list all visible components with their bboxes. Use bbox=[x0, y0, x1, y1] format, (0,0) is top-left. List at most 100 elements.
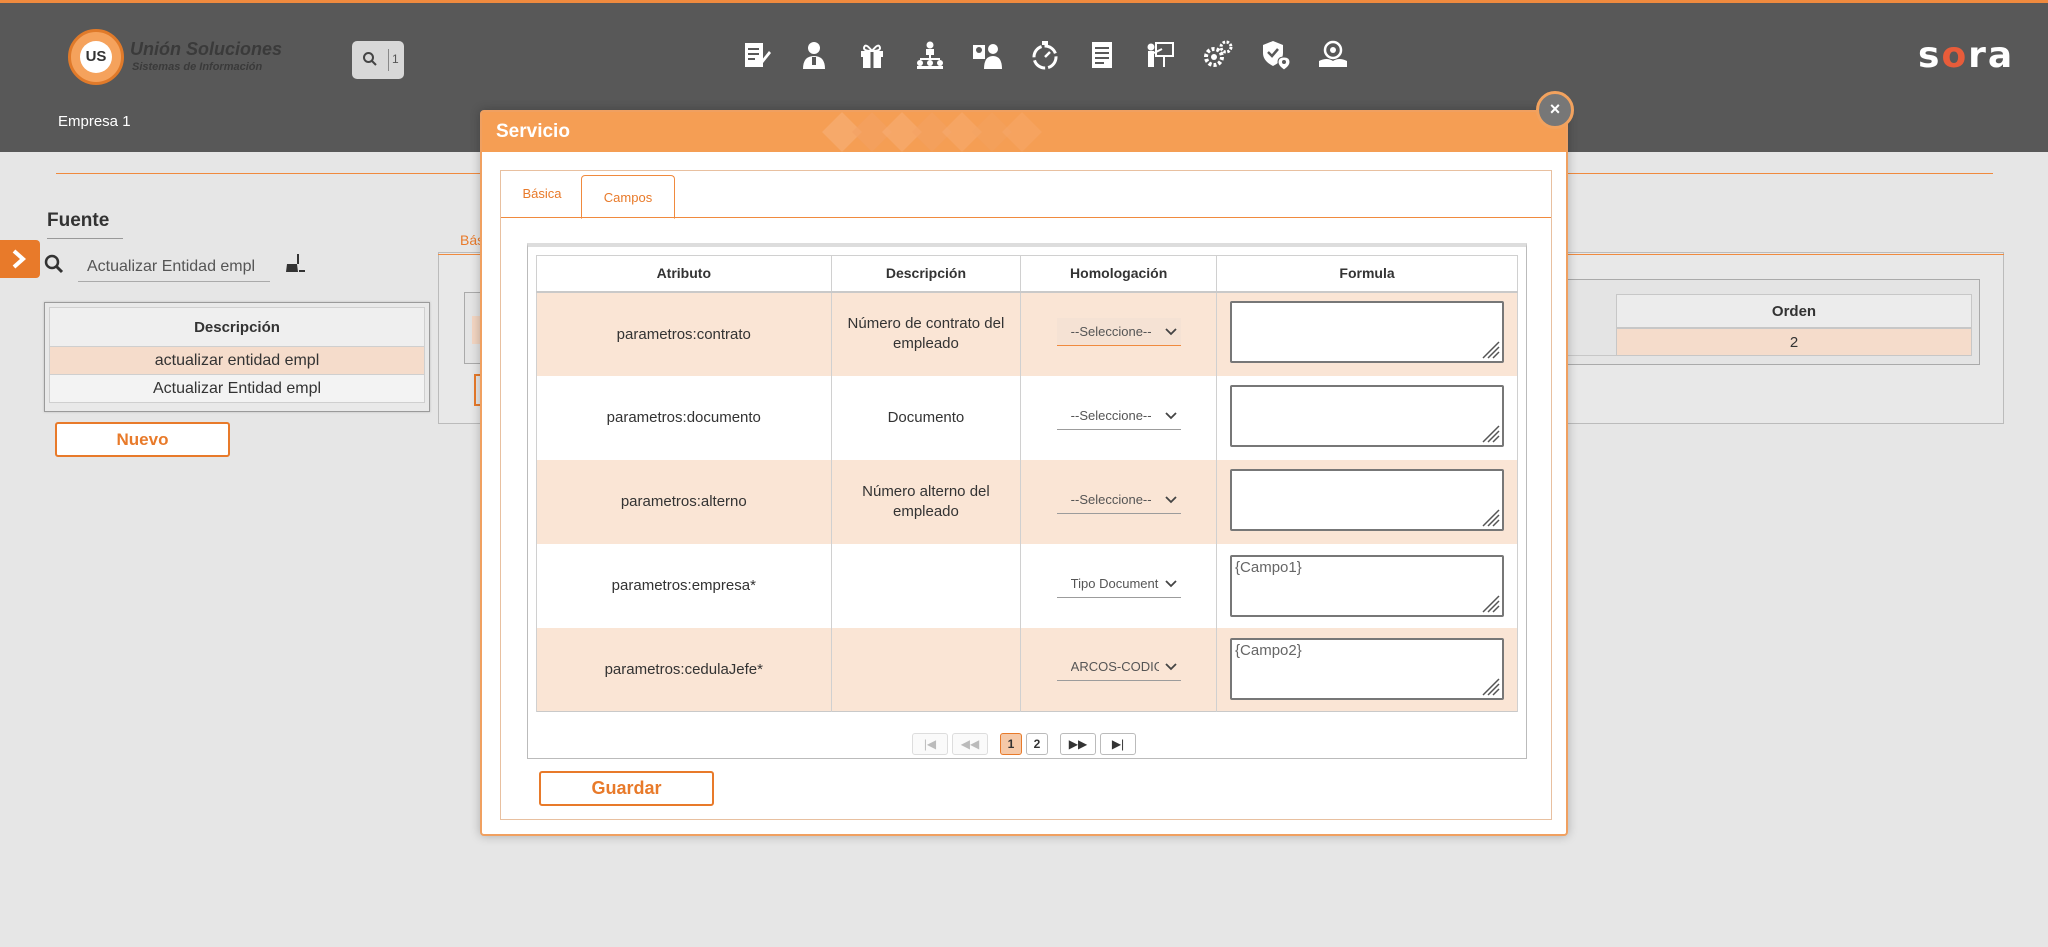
panel-title: Fuente bbox=[47, 210, 110, 231]
formula-textarea[interactable]: {Campo1} bbox=[1230, 554, 1505, 617]
table-row[interactable]: actualizar entidad empl bbox=[49, 347, 425, 375]
formula-textarea[interactable]: {Campo2} bbox=[1230, 638, 1505, 701]
header-search-value: 1 bbox=[392, 52, 399, 66]
shield-location-icon[interactable] bbox=[1246, 33, 1304, 77]
homologacion-select[interactable]: --Seleccione-- bbox=[1056, 486, 1181, 514]
chevron-down-icon bbox=[1165, 328, 1177, 336]
pagination: |◀ ◀◀ 1 2 ▶▶ ▶| bbox=[528, 733, 1528, 755]
brand-part: ra bbox=[1968, 35, 2015, 76]
company-logo[interactable]: US Unión Soluciones Sistemas de Informac… bbox=[68, 29, 288, 87]
column-header-homologacion[interactable]: Homologación bbox=[1020, 255, 1218, 293]
logo-badge-text: US bbox=[80, 41, 112, 73]
formula-value: {Campo1} bbox=[1235, 558, 1302, 576]
descripcion-cell bbox=[830, 627, 1022, 712]
select-value: --Seleccione-- bbox=[1070, 491, 1152, 507]
search-divider bbox=[388, 49, 389, 71]
save-button[interactable]: Guardar bbox=[539, 771, 714, 806]
select-value: --Seleccione-- bbox=[1070, 407, 1152, 423]
tabs-underline bbox=[501, 217, 1551, 218]
pager-prev-button[interactable]: ◀◀ bbox=[952, 733, 988, 755]
atributo-cell: parametros:documento bbox=[536, 375, 832, 460]
chevron-down-icon bbox=[1165, 663, 1177, 671]
resize-grip-icon[interactable] bbox=[1480, 676, 1500, 696]
atributo-cell: parametros:empresa* bbox=[536, 543, 832, 628]
formula-cell bbox=[1216, 459, 1518, 544]
fuente-table: Descripción actualizar entidad empl Actu… bbox=[44, 302, 430, 412]
pager-last-button[interactable]: ▶| bbox=[1100, 733, 1136, 755]
formula-textarea[interactable] bbox=[1230, 468, 1505, 531]
formula-textarea[interactable] bbox=[1230, 301, 1505, 363]
hand-eye-icon[interactable] bbox=[1304, 33, 1362, 77]
column-header-atributo[interactable]: Atributo bbox=[536, 255, 832, 293]
formula-textarea[interactable] bbox=[1230, 384, 1505, 447]
table-row[interactable]: parametros:alterno Número alterno del em… bbox=[536, 459, 1518, 544]
header-search[interactable]: 1 bbox=[352, 41, 404, 79]
pager-page-1[interactable]: 1 bbox=[1000, 733, 1022, 755]
homologacion-select[interactable]: --Seleccione-- bbox=[1056, 402, 1181, 430]
company-name[interactable]: Empresa 1 bbox=[58, 113, 131, 130]
orden-cell[interactable]: 2 bbox=[1616, 328, 1972, 356]
homologacion-select[interactable]: --Seleccione-- bbox=[1056, 318, 1181, 346]
column-header-descripcion[interactable]: Descripción bbox=[830, 255, 1022, 293]
presentation-icon[interactable] bbox=[1131, 33, 1189, 77]
brand-logo: sora bbox=[1918, 35, 2014, 76]
panel-title-underline bbox=[47, 238, 123, 239]
resize-grip-icon[interactable] bbox=[1480, 423, 1500, 443]
table-row[interactable]: parametros:cedulaJefe* ARCOS-CODIGO {Cam… bbox=[536, 627, 1518, 712]
modal-header: Servicio bbox=[482, 112, 1566, 152]
homologacion-cell: --Seleccione-- bbox=[1020, 375, 1218, 460]
homologacion-cell: --Seleccione-- bbox=[1020, 291, 1218, 376]
search-icon[interactable] bbox=[44, 254, 64, 274]
homologacion-select[interactable]: Tipo Documento bbox=[1056, 570, 1181, 598]
search-icon bbox=[363, 52, 377, 66]
modal-body: Básica Campos Atributo Descripción Homol… bbox=[500, 170, 1552, 820]
descripcion-cell: Número alterno del empleado bbox=[830, 459, 1022, 544]
logo-subtitle: Sistemas de Información bbox=[132, 61, 263, 73]
pager-first-button[interactable]: |◀ bbox=[912, 733, 948, 755]
org-chart-icon[interactable] bbox=[901, 33, 959, 77]
resize-grip-icon[interactable] bbox=[1480, 593, 1500, 613]
service-modal: Servicio Básica Campos Atributo Descripc… bbox=[480, 110, 1568, 836]
chevron-right-icon bbox=[12, 249, 27, 269]
table-row[interactable]: Actualizar Entidad empl bbox=[49, 375, 425, 403]
atributo-cell: parametros:contrato bbox=[536, 291, 832, 376]
homologacion-select[interactable]: ARCOS-CODIGO bbox=[1056, 653, 1181, 682]
homologacion-cell: Tipo Documento bbox=[1020, 543, 1218, 628]
homologacion-cell: --Seleccione-- bbox=[1020, 459, 1218, 544]
table-header-row: Atributo Descripción Homologación Formul… bbox=[536, 255, 1518, 293]
table-row[interactable]: parametros:contrato Número de contrato d… bbox=[536, 291, 1518, 376]
tab-basica[interactable]: Básica bbox=[513, 171, 571, 217]
stopwatch-icon[interactable] bbox=[1016, 33, 1074, 77]
formula-cell: {Campo1} bbox=[1216, 543, 1518, 628]
resize-grip-icon[interactable] bbox=[1480, 339, 1500, 359]
new-button[interactable]: Nuevo bbox=[55, 422, 230, 457]
logo-title: Unión Soluciones bbox=[130, 39, 283, 59]
user-icon[interactable] bbox=[786, 33, 844, 77]
sidebar-toggle[interactable] bbox=[0, 240, 40, 278]
document-edit-icon[interactable] bbox=[728, 33, 786, 77]
users-icon[interactable] bbox=[958, 33, 1016, 77]
gift-icon[interactable] bbox=[843, 33, 901, 77]
broom-clear-icon[interactable] bbox=[284, 252, 306, 274]
select-value: ARCOS-CODIGO bbox=[1070, 659, 1159, 675]
pager-page-2[interactable]: 2 bbox=[1026, 733, 1048, 755]
column-header-formula[interactable]: Formula bbox=[1216, 255, 1518, 293]
logo-badge: US bbox=[68, 29, 124, 85]
chevron-down-icon bbox=[1165, 411, 1177, 419]
gears-icon[interactable] bbox=[1189, 33, 1247, 77]
table-row[interactable]: parametros:empresa* Tipo Documento {Camp… bbox=[536, 543, 1518, 628]
table-row[interactable]: parametros:documento Documento --Selecci… bbox=[536, 375, 1518, 460]
pager-next-button[interactable]: ▶▶ bbox=[1060, 733, 1096, 755]
modal-close-button[interactable]: × bbox=[1536, 91, 1574, 129]
resize-grip-icon[interactable] bbox=[1480, 507, 1500, 527]
list-document-icon[interactable] bbox=[1074, 33, 1132, 77]
fuente-search-input[interactable]: Actualizar Entidad empl bbox=[78, 252, 270, 282]
tab-campos[interactable]: Campos bbox=[581, 175, 675, 219]
select-value: Tipo Documento bbox=[1070, 575, 1159, 591]
descripcion-cell: Documento bbox=[830, 375, 1022, 460]
formula-cell: {Campo2} bbox=[1216, 627, 1518, 712]
table-header: Descripción bbox=[49, 307, 425, 347]
descripcion-cell: Número de contrato del empleado bbox=[830, 291, 1022, 376]
module-nav bbox=[728, 33, 1362, 77]
homologacion-cell: ARCOS-CODIGO bbox=[1020, 627, 1218, 712]
